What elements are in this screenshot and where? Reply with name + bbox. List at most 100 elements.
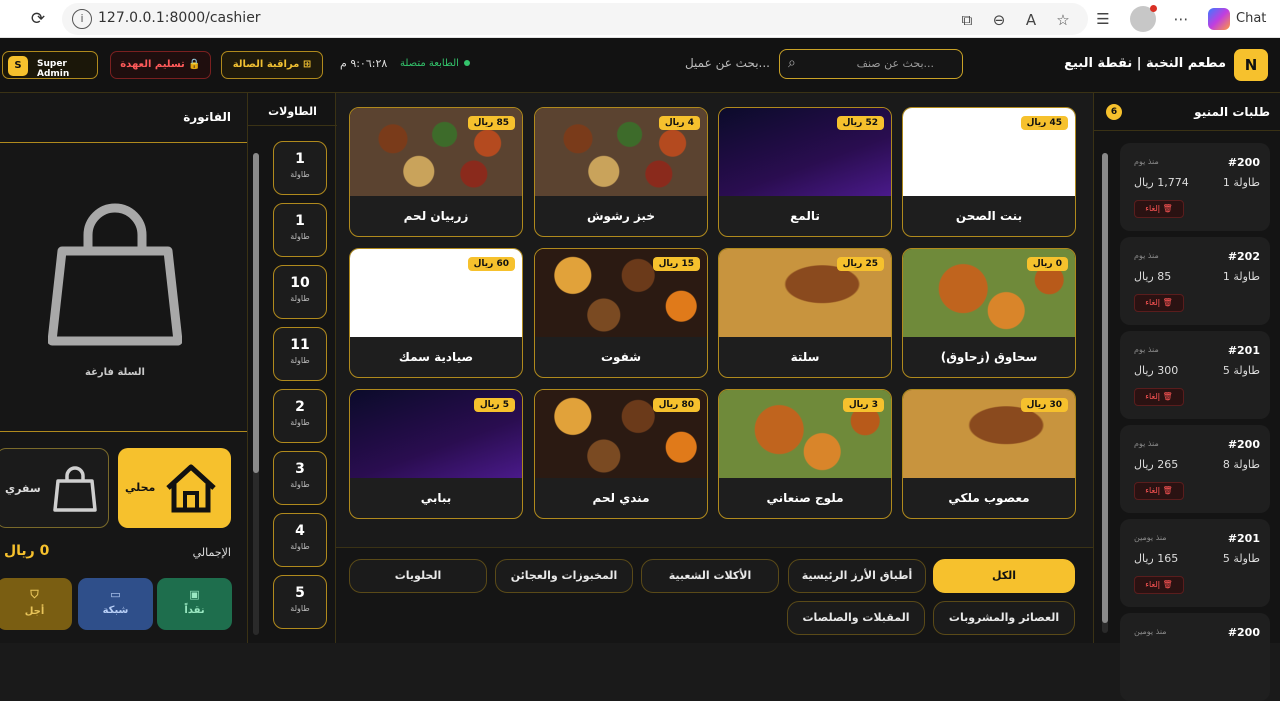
table-label: طاولة [290,418,310,427]
product-name: بنت الصحن [955,209,1023,223]
table-number: 3 [295,461,305,477]
pay-network-button[interactable]: ▭ شبكة [78,578,153,630]
order-table: طاولة 1 [1222,270,1260,283]
product-price-badge: 25 ريال [836,257,884,271]
category-tab[interactable]: أطباق الأرز الرئيسية [788,559,926,593]
favorite-star-icon[interactable]: ☆ [1052,9,1074,31]
order-amount: 1,774 ريال [1134,176,1189,189]
category-tab[interactable]: العصائر والمشروبات [933,601,1075,635]
table-label: طاولة [290,480,310,489]
profile-avatar[interactable] [1130,5,1157,32]
order-time: منذ يومين [1134,627,1167,636]
scrollbar-thumb[interactable] [1102,153,1108,623]
read-aloud-icon[interactable]: A [1020,9,1042,31]
app-header: N مطعم النخبة | نقطة البيع ...بحث عن صنف… [0,38,1280,93]
product-card[interactable]: 85 ريال زربيان لحم [349,107,523,237]
category-tab[interactable]: الكل [933,559,1075,593]
total-value: 0 ريال [4,543,50,559]
cash-icon: ▣ [189,588,200,601]
pay-cash-button[interactable]: ▣ نقداً [157,578,232,630]
table-number: 1 [295,213,305,229]
table-label: طاولة [290,232,310,241]
product-card[interactable]: 30 ريال معصوب ملكي [902,389,1076,519]
trash-icon: 🗑 [1160,486,1173,495]
table-button[interactable]: 1 طاولة [273,141,327,195]
order-table: طاولة 1 [1222,176,1260,189]
cancel-order-button[interactable]: 🗑 إلغاء [1134,388,1184,406]
order-table: طاولة 5 [1222,364,1260,377]
table-button[interactable]: 2 طاولة [273,389,327,443]
product-name: ببابي [420,491,452,505]
category-tab[interactable]: الحلويات [349,559,487,593]
table-button[interactable]: 4 طاولة [273,513,327,567]
order-time: منذ يومين [1134,533,1167,542]
tables-scrollbar[interactable] [253,153,259,635]
customer-search-input[interactable]: ...بحث عن عميل [630,56,770,70]
order-card[interactable]: #201 منذ يومين طاولة 5 165 ريال 🗑 إلغاء [1120,519,1270,607]
order-card[interactable]: #201 منذ يوم طاولة 5 300 ريال 🗑 إلغاء [1120,331,1270,419]
table-button[interactable]: 11 طاولة [273,327,327,381]
more-menu-icon[interactable]: ⋯ [1170,6,1192,32]
product-card[interactable]: 5 ريال ببابي [349,389,523,519]
table-label: طاولة [290,356,310,365]
zoom-icon[interactable]: ⊖ [988,9,1010,31]
product-price-badge: 4 ريال [658,116,700,130]
product-card[interactable]: 80 ريال مندي لحم [534,389,708,519]
reload-icon[interactable]: ⟳ [26,7,50,31]
url-text[interactable]: 127.0.0.1:8000/cashier [98,10,261,26]
order-number: #202 [1227,250,1260,263]
order-card[interactable]: #200 منذ يوم طاولة 8 265 ريال 🗑 إلغاء [1120,425,1270,513]
table-button[interactable]: 5 طاولة [273,575,327,629]
browser-toolbar: ⟳ i 127.0.0.1:8000/cashier ⧉ ⊖ A ☆ ☰ ⋯ C… [0,0,1280,38]
divider [0,431,247,432]
table-button[interactable]: 1 طاولة [273,203,327,257]
total-label: الإجمالي [192,546,231,559]
address-bar[interactable]: i 127.0.0.1:8000/cashier ⧉ ⊖ A ☆ [62,3,1088,35]
table-label: طاولة [290,604,310,613]
shopping-bag-icon [48,203,182,346]
monitor-hall-button[interactable]: ⊞ مراقبة الصالة [221,51,323,79]
order-card[interactable]: #200 منذ يوم طاولة 1 1,774 ريال 🗑 إلغاء [1120,143,1270,231]
cancel-order-button[interactable]: 🗑 إلغاء [1134,576,1184,594]
cancel-order-button[interactable]: 🗑 إلغاء [1134,200,1184,218]
category-tab[interactable]: المقبلات والصلصات [787,601,925,635]
product-card[interactable]: 0 ريال سحاوق (زحاوق) [902,248,1076,378]
cancel-order-button[interactable]: 🗑 إلغاء [1134,482,1184,500]
order-type-takeaway-button[interactable]: سفري [0,448,109,528]
product-card[interactable]: 3 ريال ملوج صنعاني [718,389,892,519]
product-price-badge: 30 ريال [1020,398,1068,412]
order-type-local-button[interactable]: محلي [118,448,231,528]
orders-scrollbar[interactable] [1102,153,1108,633]
table-number: 4 [295,523,305,539]
category-tab[interactable]: المخبوزات والعجائن [495,559,633,593]
copilot-chat-button[interactable]: Chat [1208,6,1266,32]
invoice-title: الفاتورة [183,110,231,124]
extensions-icon[interactable]: ⧉ [956,9,978,31]
scrollbar-thumb[interactable] [253,153,259,473]
product-card[interactable]: 4 ريال خبز رشوش [534,107,708,237]
admin-account[interactable]: S Super Admin [2,51,98,79]
order-amount: 165 ريال [1134,552,1179,565]
product-name: زربيان لحم [403,209,469,223]
product-name: تالمع [790,209,820,223]
handover-button[interactable]: 🔒 تسليم العهدة [110,51,211,79]
order-card[interactable]: #200 منذ يومين [1120,613,1270,701]
table-button[interactable]: 3 طاولة [273,451,327,505]
favorites-icon[interactable]: ☰ [1092,6,1114,32]
product-name: سحاوق (زحاوق) [940,350,1038,364]
cancel-order-button[interactable]: 🗑 إلغاء [1134,294,1184,312]
product-card[interactable]: 15 ريال شفوت [534,248,708,378]
product-price-badge: 80 ريال [652,398,700,412]
item-search-input[interactable]: ...بحث عن صنف ⌕ [779,49,963,79]
site-info-icon[interactable]: i [72,9,92,29]
pay-later-button[interactable]: ⛉ أجل [0,578,72,630]
product-card[interactable]: 52 ريال تالمع [718,107,892,237]
table-button[interactable]: 10 طاولة [273,265,327,319]
product-name: صيادية سمك [398,350,474,364]
category-tab[interactable]: الأكلات الشعبية [641,559,779,593]
order-card[interactable]: #202 منذ يوم طاولة 1 85 ريال 🗑 إلغاء [1120,237,1270,325]
invoice-panel: الفاتورة السلة فارغة محلي سفري الإجمالي … [0,93,247,643]
product-card[interactable]: 45 ريال بنت الصحن [902,107,1076,237]
product-card[interactable]: 60 ريال صيادية سمك [349,248,523,378]
product-card[interactable]: 25 ريال سلتة [718,248,892,378]
